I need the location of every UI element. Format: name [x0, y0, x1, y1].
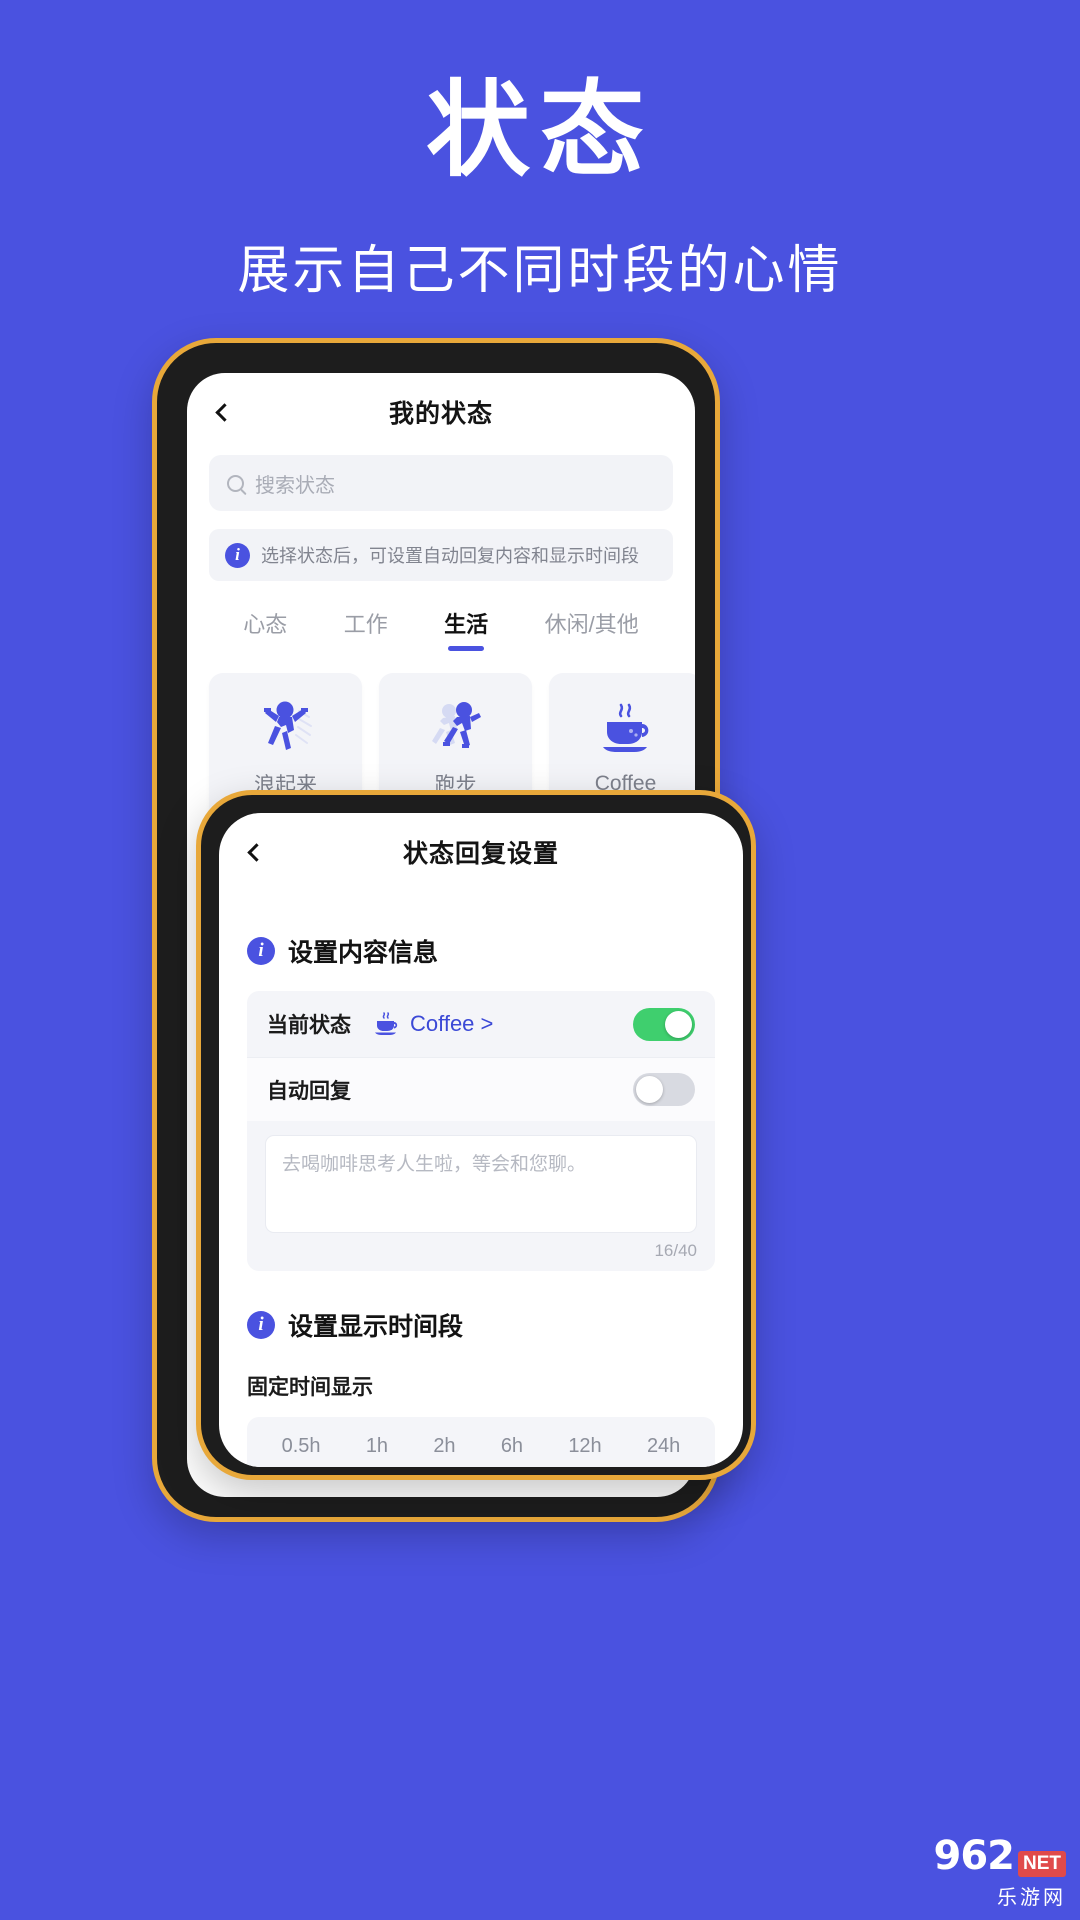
- coffee-cup-icon: [375, 1012, 398, 1035]
- info-banner: i 选择状态后，可设置自动回复内容和显示时间段: [209, 529, 673, 581]
- fixed-time-label: 固定时间显示: [247, 1376, 373, 1399]
- auto-reply-label: 自动回复: [267, 1079, 351, 1103]
- navbar-my-status: 我的状态: [187, 373, 695, 451]
- time-option-6h[interactable]: 6h: [501, 1435, 523, 1458]
- info-banner-text: 选择状态后，可设置自动回复内容和显示时间段: [261, 546, 639, 566]
- jumping-person-icon: [253, 695, 319, 757]
- watermark-main: 962 NET: [933, 1833, 1066, 1879]
- info-icon: i: [225, 542, 250, 568]
- info-icon: i: [247, 1311, 275, 1339]
- page-subtitle: 展示自己不同时段的心情: [237, 241, 843, 300]
- watermark-subtitle: 乐游网: [997, 1887, 1066, 1909]
- time-option-24h[interactable]: 24h: [647, 1435, 680, 1458]
- search-placeholder: 搜索状态: [255, 474, 335, 497]
- chevron-left-icon: [246, 842, 266, 862]
- coffee-cup-icon: [593, 698, 659, 760]
- auto-reply-row[interactable]: 自动回复: [247, 1057, 715, 1121]
- section-header-content: i 设置内容信息: [247, 933, 715, 969]
- section-title: 设置显示时间段: [288, 1313, 464, 1341]
- time-option-12h[interactable]: 12h: [568, 1435, 601, 1458]
- tab-work[interactable]: 工作: [344, 607, 388, 651]
- chevron-left-icon: [214, 402, 234, 422]
- phone-frame-reply-settings: 状态回复设置 i 设置内容信息 当前状态 Coffee > 自动回复 去喝咖啡思…: [196, 790, 756, 1480]
- toggle-knob: [636, 1076, 663, 1103]
- watermark-number: 962: [933, 1833, 1015, 1879]
- watermark: 962 NET 乐游网: [933, 1833, 1066, 1910]
- time-option-0-5h[interactable]: 0.5h: [282, 1435, 321, 1458]
- current-status-value: Coffee >: [410, 1011, 494, 1036]
- tab-leisure-other[interactable]: 休闲/其他: [545, 607, 639, 651]
- current-status-row[interactable]: 当前状态 Coffee >: [247, 991, 715, 1057]
- tab-mindset[interactable]: 心态: [243, 607, 287, 651]
- current-status-label: 当前状态: [267, 1014, 351, 1037]
- fixed-time-options: 0.5h 1h 2h 6h 12h 24h: [247, 1417, 715, 1467]
- section-header-time: i 设置显示时间段: [247, 1307, 715, 1343]
- section-title: 设置内容信息: [288, 939, 439, 967]
- current-status-toggle[interactable]: [633, 1007, 695, 1041]
- tab-life[interactable]: 生活: [444, 607, 488, 651]
- auto-reply-toggle[interactable]: [633, 1073, 695, 1106]
- navbar-title: 我的状态: [388, 400, 493, 428]
- time-option-1h[interactable]: 1h: [366, 1435, 388, 1458]
- time-option-2h[interactable]: 2h: [433, 1435, 455, 1458]
- running-person-icon: [423, 695, 489, 757]
- auto-reply-box: 去喝咖啡思考人生啦，等会和您聊。 16/40: [247, 1121, 715, 1271]
- screen-reply-settings: 状态回复设置 i 设置内容信息 当前状态 Coffee > 自动回复 去喝咖啡思…: [219, 813, 743, 1467]
- search-input[interactable]: 搜索状态: [209, 455, 673, 511]
- back-button[interactable]: [209, 397, 239, 427]
- navbar-reply-settings: 状态回复设置: [219, 813, 743, 891]
- navbar-title: 状态回复设置: [402, 840, 559, 868]
- hero-section: 状态 展示自己不同时段的心情: [0, 0, 1080, 303]
- current-status-value-group[interactable]: Coffee >: [373, 1011, 493, 1037]
- info-icon: i: [247, 937, 275, 965]
- search-icon: [227, 474, 244, 492]
- page-title: 状态: [425, 73, 654, 189]
- toggle-knob: [665, 1010, 692, 1038]
- watermark-net-badge: NET: [1018, 1851, 1066, 1877]
- category-tabs: 心态 工作 生活 休闲/其他: [209, 607, 673, 651]
- back-button[interactable]: [241, 837, 271, 867]
- auto-reply-counter: 16/40: [654, 1241, 697, 1260]
- auto-reply-textarea[interactable]: 去喝咖啡思考人生啦，等会和您聊。: [265, 1135, 697, 1233]
